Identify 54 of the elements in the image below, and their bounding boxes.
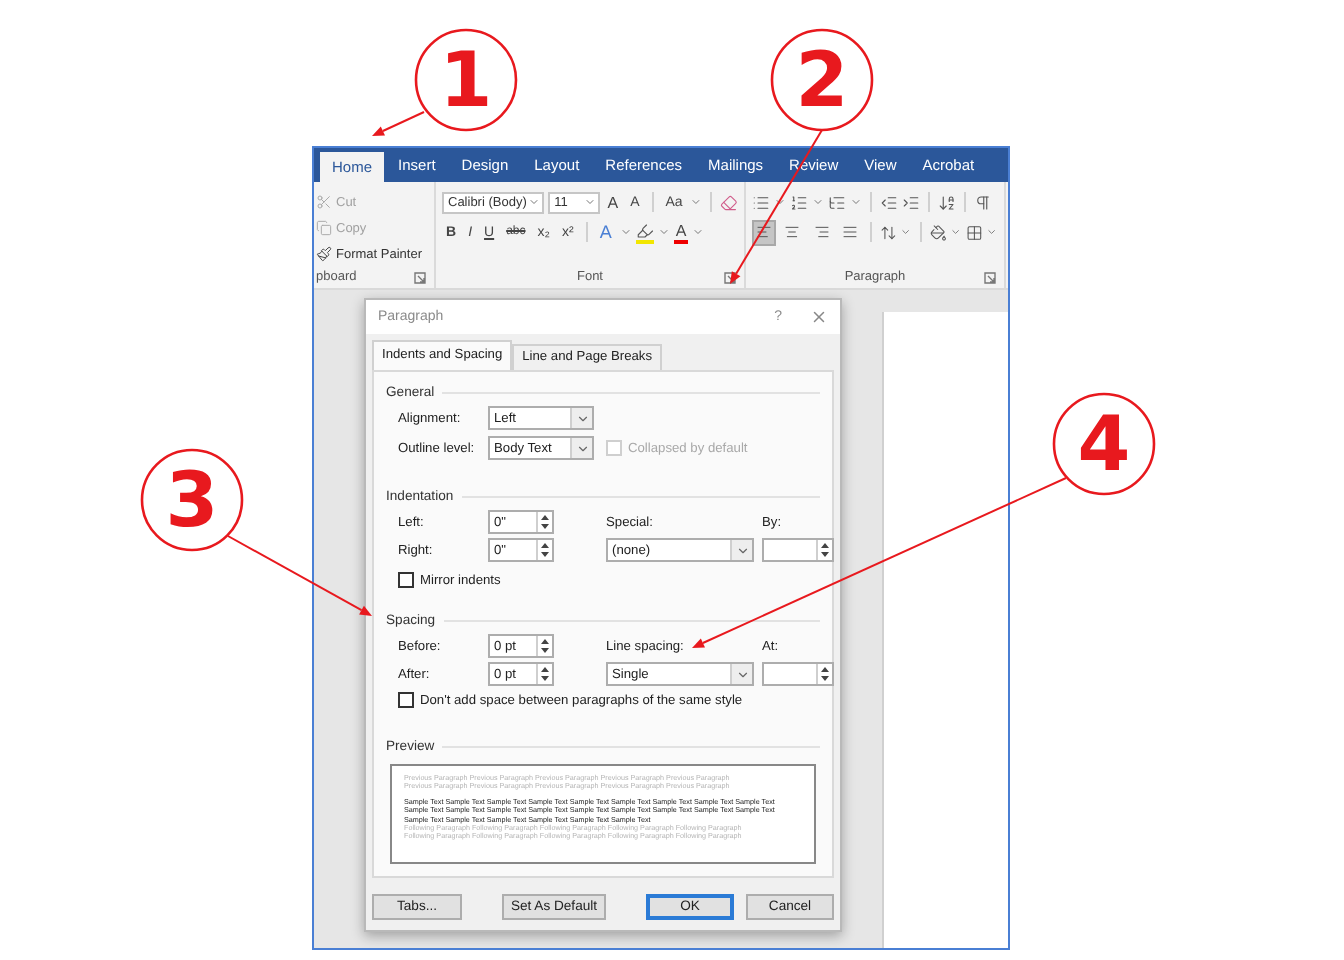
spin-arrows-icon[interactable]	[540, 638, 550, 654]
dialog-launcher-icon[interactable]	[984, 272, 996, 284]
align-icon	[756, 224, 773, 240]
multilevel-list-icon[interactable]	[828, 193, 846, 211]
text-effects-button[interactable]: A	[595, 221, 616, 243]
sort-icon[interactable]	[938, 193, 956, 211]
callout-circle	[140, 448, 244, 552]
numbered-list-icon[interactable]	[790, 193, 808, 211]
highlighter-icon[interactable]	[635, 221, 654, 243]
align-icon	[784, 224, 801, 240]
callout-number: 1	[439, 36, 493, 124]
eraser-icon[interactable]	[720, 193, 738, 211]
caret-icon[interactable]	[774, 196, 786, 208]
caret-icon[interactable]	[950, 226, 963, 238]
spin-field[interactable]	[762, 538, 834, 562]
spin-arrows-icon[interactable]	[540, 542, 550, 558]
decrease-indent-icon[interactable]	[880, 193, 898, 211]
dialog-launcher-icon[interactable]	[724, 272, 736, 284]
align-icon	[813, 224, 830, 240]
line-spacing-icon[interactable]	[880, 223, 897, 241]
paint-bucket-icon[interactable]	[930, 223, 947, 241]
align-icon	[841, 224, 858, 240]
caret-icon[interactable]	[986, 226, 999, 238]
spin-arrows-icon[interactable]	[540, 666, 550, 682]
grow-font-button[interactable]: A	[603, 191, 623, 213]
increase-indent-icon[interactable]	[902, 193, 920, 211]
dialog-launcher-icon[interactable]	[414, 272, 426, 284]
checkbox[interactable]	[398, 692, 414, 708]
caret-icon	[575, 411, 589, 425]
caret-icon	[735, 543, 749, 557]
font-color-button[interactable]: A	[673, 221, 689, 243]
callout-circle	[1052, 392, 1156, 496]
bullet-list-icon[interactable]	[752, 193, 770, 211]
spin-arrows-icon[interactable]	[820, 666, 830, 682]
callout-circle	[770, 28, 874, 132]
pilcrow-icon[interactable]	[974, 193, 992, 211]
callout-number: 2	[795, 36, 849, 124]
align-left-button[interactable]	[752, 219, 777, 245]
close-icon[interactable]	[810, 308, 828, 326]
checkbox[interactable]	[398, 572, 414, 588]
spin-arrows-icon[interactable]	[820, 542, 830, 558]
spin-field[interactable]	[762, 662, 834, 686]
paintbrush-icon	[316, 246, 332, 262]
callout-number: 4	[1077, 400, 1131, 488]
callout-circle	[414, 28, 518, 132]
spin-arrows-icon[interactable]	[540, 514, 550, 530]
caret-icon	[735, 667, 749, 681]
caret-icon	[575, 441, 589, 455]
borders-icon[interactable]	[966, 223, 983, 241]
annotation-arrow	[372, 111, 425, 136]
copy-icon	[316, 220, 332, 236]
callout-number: 3	[165, 456, 219, 544]
scissors-icon	[316, 194, 332, 210]
caret-icon[interactable]	[900, 226, 913, 238]
